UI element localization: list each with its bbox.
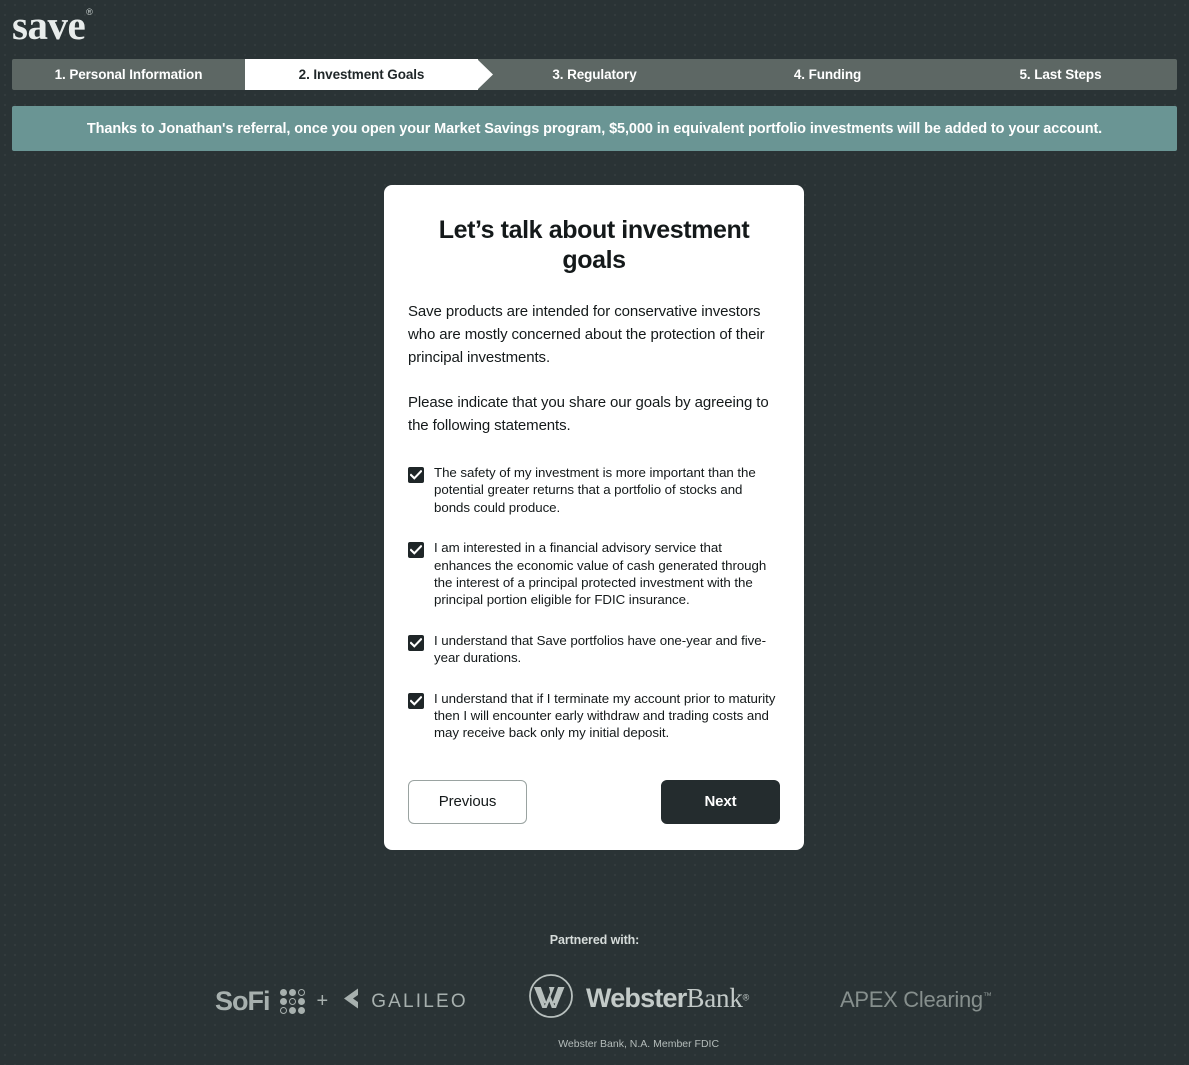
- referral-banner-text: Thanks to Jonathan's referral, once you …: [86, 120, 1103, 137]
- step-arrow-icon: [710, 59, 726, 90]
- save-logo[interactable]: save ®: [12, 2, 93, 49]
- webster-disclosure: Webster Bank, N.A. Member FDIC: [558, 1038, 720, 1050]
- step-label: 2. Investment Goals: [298, 67, 425, 82]
- registered-mark-icon: ®: [86, 7, 93, 17]
- statement-label: I understand that Save portfolios have o…: [434, 632, 766, 666]
- webster-name-serif: Bank: [686, 983, 743, 1013]
- statement-label: The safety of my investment is more impo…: [434, 464, 756, 515]
- next-button[interactable]: Next: [661, 779, 780, 824]
- webster-wordmark: WebsterBank®: [586, 985, 749, 1012]
- save-logo-wordmark: save: [12, 2, 86, 48]
- previous-button[interactable]: Previous: [408, 779, 527, 824]
- footer-partners: Partnered with: SoFi + GALILEO WebsterBa…: [0, 925, 1189, 1055]
- card-actions: Previous Next: [408, 779, 780, 824]
- step-label: 5. Last Steps: [1019, 67, 1102, 82]
- onboarding-stepper: 1. Personal Information 2. Investment Go…: [12, 59, 1177, 90]
- sofi-galileo-logos: SoFi + GALILEO: [215, 987, 468, 1015]
- step-label: 3. Regulatory: [552, 67, 637, 82]
- apex-trademark-icon: ™: [982, 990, 992, 1001]
- step-funding[interactable]: 4. Funding: [711, 59, 959, 90]
- checkbox-checked-icon[interactable]: [408, 634, 424, 651]
- step-label: 1. Personal Information: [54, 67, 203, 82]
- statements-checklist: The safety of my investment is more impo…: [408, 464, 780, 742]
- step-regulatory[interactable]: 3. Regulatory: [478, 59, 726, 90]
- statement-row[interactable]: I understand that if I terminate my acco…: [408, 690, 780, 742]
- webster-name-bold: Webster: [586, 983, 687, 1013]
- checkbox-checked-icon[interactable]: [408, 542, 424, 559]
- galileo-chevron-icon: [340, 987, 363, 1015]
- webster-bank-logo: WebsterBank® Webster Bank, N.A. Member F…: [528, 973, 749, 1050]
- apex-clearing-wordmark: APEX Clearing: [840, 987, 983, 1012]
- webster-logo-row: WebsterBank®: [528, 973, 749, 1024]
- galileo-logo-wordmark: GALILEO: [371, 990, 468, 1012]
- card-title: Let’s talk about investment goals: [438, 216, 750, 274]
- step-personal-information[interactable]: 1. Personal Information: [12, 59, 260, 90]
- sofi-logo-wordmark: SoFi: [215, 985, 270, 1016]
- webster-trademark-icon: ®: [742, 992, 750, 1003]
- card-paragraph-2: Please indicate that you share our goals…: [408, 394, 769, 435]
- card-paragraph-1: Save products are intended for conservat…: [408, 303, 765, 366]
- apex-clearing-logo: APEX Clearing™: [840, 989, 992, 1011]
- statement-row[interactable]: I am interested in a financial advisory …: [408, 539, 780, 609]
- statement-label: I understand that if I terminate my acco…: [434, 690, 776, 741]
- statement-row[interactable]: I understand that Save portfolios have o…: [408, 632, 780, 667]
- step-label: 4. Funding: [793, 67, 862, 82]
- partnered-with-label: Partnered with:: [549, 933, 640, 947]
- plus-icon: +: [316, 989, 329, 1012]
- galileo-logo: GALILEO: [340, 987, 468, 1015]
- webster-w-circle-icon: [528, 973, 574, 1024]
- step-arrow-icon: [477, 59, 493, 90]
- investment-goals-card: Let’s talk about investment goals Save p…: [384, 185, 804, 850]
- checkbox-checked-icon[interactable]: [408, 466, 424, 483]
- referral-banner: Thanks to Jonathan's referral, once you …: [12, 106, 1177, 151]
- statement-label: I am interested in a financial advisory …: [434, 540, 767, 608]
- step-last-steps[interactable]: 5. Last Steps: [944, 59, 1177, 90]
- statement-row[interactable]: The safety of my investment is more impo…: [408, 464, 780, 516]
- step-arrow-icon: [943, 59, 959, 90]
- checkbox-checked-icon[interactable]: [408, 692, 424, 709]
- step-investment-goals[interactable]: 2. Investment Goals: [245, 59, 493, 90]
- sofi-dot-matrix-icon: [279, 988, 305, 1014]
